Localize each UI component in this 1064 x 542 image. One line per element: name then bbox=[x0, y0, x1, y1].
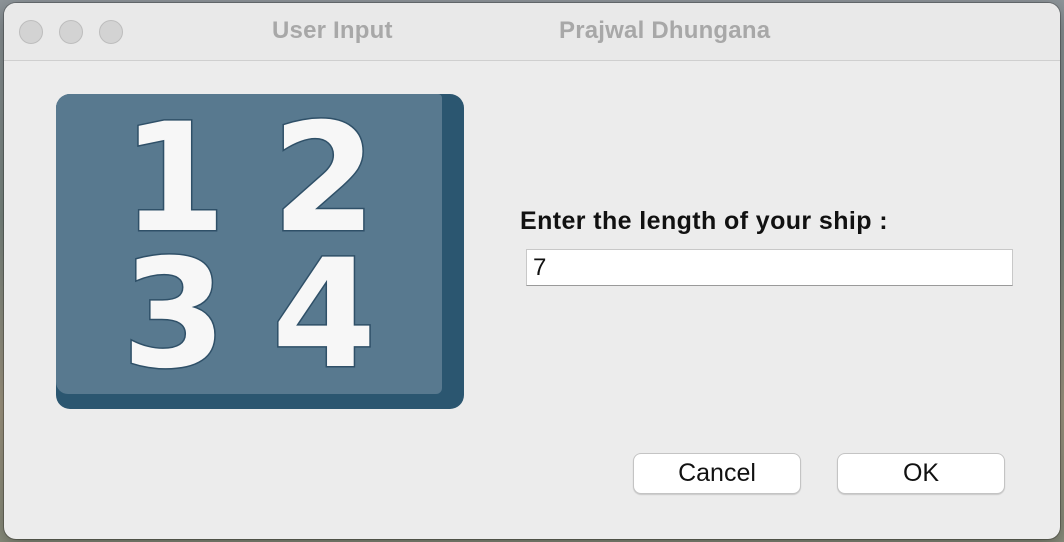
numbers-icon-face: 1 2 3 4 bbox=[56, 94, 442, 394]
window-title: User Input bbox=[272, 17, 393, 44]
ok-button[interactable]: OK bbox=[837, 453, 1005, 494]
cancel-button[interactable]: Cancel bbox=[633, 453, 801, 494]
dialog-window: User Input Prajwal Dhungana 1 2 3 4 Ente… bbox=[4, 3, 1060, 539]
digit-3: 3 bbox=[122, 228, 226, 394]
zoom-window-button[interactable] bbox=[99, 20, 123, 44]
close-window-button[interactable] bbox=[19, 20, 43, 44]
prompt-label: Enter the length of your ship : bbox=[520, 207, 888, 235]
title-bar[interactable]: User Input Prajwal Dhungana bbox=[4, 3, 1060, 61]
window-subtitle: Prajwal Dhungana bbox=[559, 17, 771, 44]
ship-length-input[interactable] bbox=[526, 249, 1013, 286]
minimize-window-button[interactable] bbox=[59, 20, 83, 44]
digit-4: 4 bbox=[272, 228, 376, 394]
numbers-icon: 1 2 3 4 bbox=[56, 94, 464, 409]
